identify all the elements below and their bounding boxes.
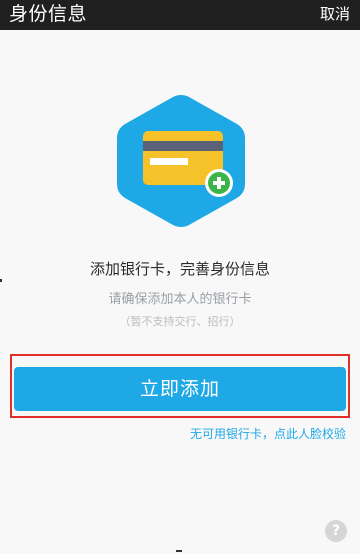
add-now-button[interactable]: 立即添加 bbox=[14, 367, 346, 411]
help-icon[interactable]: ? bbox=[325, 520, 347, 542]
top-bar: 身份信息 取消 bbox=[0, 0, 360, 30]
headline: 添加银行卡，完善身份信息 bbox=[89, 260, 270, 278]
subline: 请确保添加本人的银行卡 bbox=[108, 292, 252, 307]
bank-card-add-icon bbox=[113, 92, 249, 230]
bottom-marker bbox=[176, 550, 182, 552]
face-verify-link[interactable]: 无可用银行卡，点此人脸校验 bbox=[190, 426, 346, 442]
card-text-line bbox=[150, 158, 188, 165]
hexagon-illustration bbox=[117, 95, 245, 227]
plus-vertical bbox=[217, 177, 221, 189]
edge-marker bbox=[0, 279, 2, 282]
card-stripe bbox=[143, 141, 223, 151]
identity-info-screen: 身份信息 取消 添加银行卡，完善身份信息 请确保添加本人的银行卡 （暂不支持交行… bbox=[0, 0, 360, 554]
unsupported-banks-note: （暂不支持交行、招行） bbox=[119, 315, 241, 328]
cancel-button[interactable]: 取消 bbox=[320, 2, 350, 26]
page-title: 身份信息 bbox=[9, 3, 88, 25]
